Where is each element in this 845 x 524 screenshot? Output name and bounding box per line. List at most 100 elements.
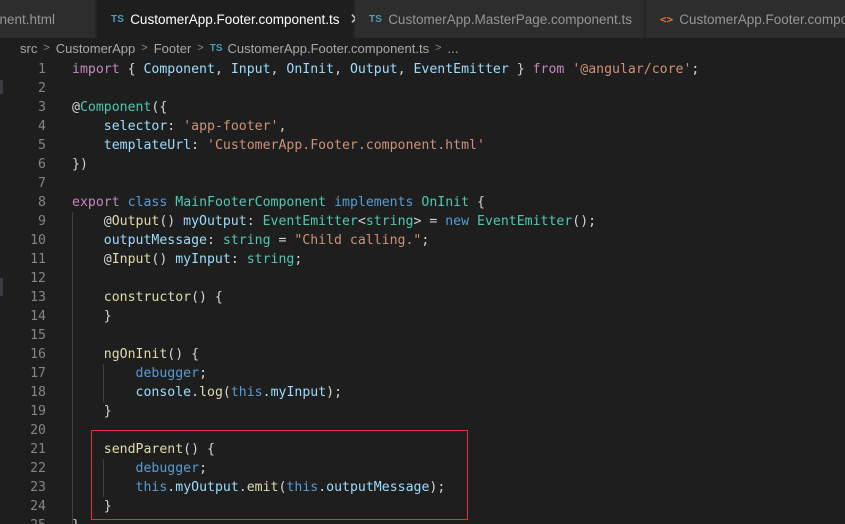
typescript-file-icon: TS bbox=[111, 13, 125, 25]
code-token: Component bbox=[143, 62, 215, 77]
line-number: 22 bbox=[30, 461, 46, 476]
code-line[interactable]: 13 constructor() { bbox=[0, 288, 845, 307]
code-token: } bbox=[72, 518, 80, 524]
tab-label: onent.html bbox=[0, 11, 56, 27]
code-line[interactable]: 18 console.log(this.myInput); bbox=[0, 383, 845, 402]
code-token: ({ bbox=[151, 100, 168, 115]
indent-guide bbox=[103, 364, 104, 402]
breadcrumb: src > CustomerApp > Footer > TS Customer… bbox=[0, 38, 845, 58]
breadcrumb-item-footer[interactable]: Footer bbox=[154, 41, 192, 56]
breadcrumb-item-src[interactable]: src bbox=[20, 41, 37, 56]
line-number: 18 bbox=[30, 385, 46, 400]
code-line[interactable]: 3 @Component({ bbox=[0, 98, 845, 117]
code-line[interactable]: 1 import { Component, Input, OnInit, Outp… bbox=[0, 60, 845, 79]
line-number: 15 bbox=[30, 328, 46, 343]
code-token: , bbox=[270, 62, 287, 77]
code-token: log bbox=[199, 385, 223, 400]
code-token: Output bbox=[111, 214, 160, 229]
code-token: = bbox=[270, 233, 295, 248]
code-token: , bbox=[397, 62, 414, 77]
code-token: EventEmitter bbox=[262, 214, 358, 229]
code-token: constructor bbox=[103, 290, 192, 305]
code-text: import { Component, Input, OnInit, Outpu… bbox=[72, 60, 699, 79]
tab-footer-component-ts[interactable]: TS CustomerApp.Footer.component.ts ✕ bbox=[97, 0, 362, 38]
line-number: 7 bbox=[38, 176, 46, 191]
code-line[interactable]: 16 ngOnInit() { bbox=[0, 345, 845, 364]
code-text: } bbox=[72, 402, 112, 421]
code-token: ngOnInit bbox=[103, 347, 168, 362]
breadcrumb-item-symbols[interactable]: ... bbox=[448, 41, 459, 56]
code-text: ngOnInit() { bbox=[72, 345, 199, 364]
line-number: 9 bbox=[38, 214, 46, 229]
code-text: templateUrl: 'CustomerApp.Footer.compone… bbox=[72, 136, 485, 155]
code-token: import bbox=[72, 62, 120, 77]
code-editor[interactable]: 1 import { Component, Input, OnInit, Outp… bbox=[0, 58, 845, 524]
code-text: } bbox=[72, 307, 112, 326]
code-token: () bbox=[151, 252, 176, 267]
code-token: EventEmitter bbox=[413, 62, 509, 77]
tab-masterpage-component-ts[interactable]: TS CustomerApp.MasterPage.component.ts bbox=[355, 0, 645, 38]
breadcrumb-item-customerapp[interactable]: CustomerApp bbox=[56, 41, 135, 56]
code-line[interactable]: 6}) bbox=[0, 155, 845, 174]
chevron-right-icon: > bbox=[141, 42, 148, 54]
code-token: implements bbox=[334, 195, 414, 210]
code-token: OnInit bbox=[421, 195, 470, 210]
line-number: 19 bbox=[30, 404, 46, 419]
code-token: from bbox=[532, 62, 565, 77]
code-token: @ bbox=[72, 214, 112, 229]
code-token: : bbox=[246, 214, 263, 229]
code-token: string bbox=[246, 252, 295, 267]
line-number: 20 bbox=[30, 423, 46, 438]
code-line[interactable]: 14 } bbox=[0, 307, 845, 326]
code-line[interactable]: 11 @Input() myInput: string; bbox=[0, 250, 845, 269]
code-token: EventEmitter bbox=[477, 214, 573, 229]
code-text: export class MainFooterComponent impleme… bbox=[72, 193, 485, 212]
code-token: , bbox=[334, 62, 350, 77]
code-line[interactable]: 17 debugger; bbox=[0, 364, 845, 383]
code-token: string bbox=[365, 214, 414, 229]
tab-label: CustomerApp.Footer.component.ts bbox=[130, 11, 340, 27]
code-token: class bbox=[127, 195, 168, 210]
code-line[interactable]: 2 bbox=[0, 79, 845, 98]
code-token: Component bbox=[79, 100, 152, 115]
code-token: . bbox=[262, 385, 271, 400]
code-token: templateUrl bbox=[103, 138, 192, 153]
code-text: @Input() myInput: string; bbox=[72, 250, 303, 269]
line-number: 3 bbox=[38, 100, 46, 115]
code-line[interactable]: 5 templateUrl: 'CustomerApp.Footer.compo… bbox=[0, 136, 845, 155]
code-line[interactable]: 8 export class MainFooterComponent implem… bbox=[0, 193, 845, 212]
code-token: export bbox=[72, 195, 120, 210]
code-line[interactable]: 15 bbox=[0, 326, 845, 345]
code-line[interactable]: 10 outputMessage: string = "Child callin… bbox=[0, 231, 845, 250]
code-token: MainFooterComponent bbox=[175, 195, 327, 210]
code-token: 'CustomerApp.Footer.component.html' bbox=[207, 138, 485, 153]
code-token: '@angular/core' bbox=[572, 62, 692, 77]
tab-footer-component-html[interactable]: <> CustomerApp.Footer.compon bbox=[646, 0, 845, 38]
line-number: 14 bbox=[30, 309, 46, 324]
line-number: 10 bbox=[30, 233, 46, 248]
code-token: console bbox=[135, 385, 192, 400]
line-number: 1 bbox=[38, 62, 46, 77]
code-token: myOutput bbox=[183, 214, 247, 229]
line-number: 11 bbox=[30, 252, 46, 267]
code-token: : bbox=[230, 252, 247, 267]
code-line[interactable]: 19 } bbox=[0, 402, 845, 421]
code-token: ( bbox=[222, 385, 231, 400]
code-token: : bbox=[206, 233, 223, 248]
code-line[interactable]: 7 bbox=[0, 174, 845, 193]
tab-label: CustomerApp.Footer.compon bbox=[679, 11, 845, 27]
code-line[interactable]: 4 selector: 'app-footer', bbox=[0, 117, 845, 136]
breadcrumb-item-file[interactable]: CustomerApp.Footer.component.ts bbox=[228, 41, 430, 56]
tab-html-file[interactable]: onent.html bbox=[0, 0, 96, 38]
code-token: Output bbox=[349, 62, 398, 77]
code-token: Input bbox=[111, 252, 152, 267]
code-token: @ bbox=[72, 252, 112, 267]
code-token: this bbox=[230, 385, 263, 400]
code-line[interactable]: 12 bbox=[0, 269, 845, 288]
code-line[interactable]: 9 @Output() myOutput: EventEmitter<strin… bbox=[0, 212, 845, 231]
html-file-icon: <> bbox=[660, 12, 674, 26]
code-token: myInput bbox=[270, 385, 327, 400]
code-token: new bbox=[445, 214, 470, 229]
